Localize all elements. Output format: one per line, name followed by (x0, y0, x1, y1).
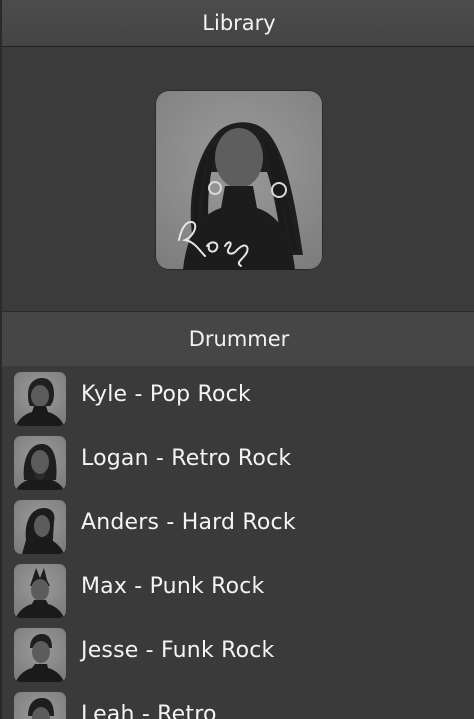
drummer-label: Logan - Retro Rock (81, 446, 292, 471)
max-avatar-icon (14, 564, 66, 618)
drummer-label: Jesse - Funk Rock (81, 638, 275, 663)
library-panel: Library Drummer Kyle - Pop Rock Logan - … (0, 0, 474, 719)
drummer-label: Max - Punk Rock (81, 574, 265, 599)
drummer-row-anders[interactable]: Anders - Hard Rock (2, 494, 474, 558)
drummer-row-jesse[interactable]: Jesse - Funk Rock (2, 622, 474, 686)
drummer-row-max[interactable]: Max - Punk Rock (2, 558, 474, 622)
jesse-avatar-icon (14, 628, 66, 682)
section-title: Drummer (188, 327, 290, 351)
library-title: Library (202, 11, 276, 35)
selected-drummer-area (2, 47, 474, 311)
anders-avatar-icon (14, 500, 66, 554)
drummer-row-logan[interactable]: Logan - Retro Rock (2, 430, 474, 494)
drummer-row-leah[interactable]: Leah - Retro (2, 686, 474, 719)
drummer-list[interactable]: Kyle - Pop Rock Logan - Retro Rock Ander… (2, 366, 474, 719)
library-header: Library (2, 0, 474, 47)
logan-avatar-icon (14, 436, 66, 490)
drummer-label: Kyle - Pop Rock (81, 382, 251, 407)
drummer-label: Leah - Retro (81, 702, 217, 719)
kyle-avatar-icon (14, 372, 66, 426)
drummer-label: Anders - Hard Rock (81, 510, 296, 535)
drummer-row-kyle[interactable]: Kyle - Pop Rock (2, 366, 474, 430)
section-header-drummer: Drummer (2, 311, 474, 367)
rose-portrait-icon[interactable] (155, 90, 323, 270)
drummer-avatar-icon (14, 692, 66, 719)
